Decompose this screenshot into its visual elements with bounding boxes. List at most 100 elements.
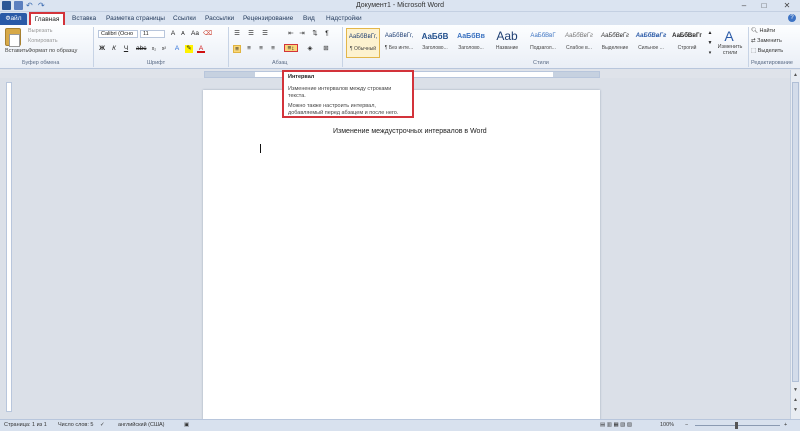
shading-icon[interactable]: ◈ (306, 45, 314, 53)
clipboard-group-label: Буфер обмена (22, 60, 60, 66)
minimize-button[interactable]: – (734, 0, 754, 11)
italic-icon[interactable]: К (110, 45, 118, 53)
style-no-spacing[interactable]: АаБбВвГг, ¶ Без инте... (382, 28, 416, 58)
tab-home[interactable]: Главная (29, 12, 65, 25)
borders-icon[interactable]: ⊞ (322, 45, 330, 53)
font-name-combo[interactable]: Calibri (Осно (98, 30, 138, 38)
help-icon[interactable]: ? (788, 14, 796, 22)
style-normal[interactable]: АаБбВвГг, ¶ Обычный (346, 28, 380, 58)
zoom-in-icon[interactable]: + (784, 420, 787, 431)
underline-icon[interactable]: Ч (122, 45, 130, 53)
font-color-icon[interactable]: A (197, 45, 205, 53)
change-styles-icon[interactable]: A (722, 28, 736, 44)
ribbon: Вставить Вырезать Копировать Формат по о… (0, 25, 800, 69)
numbering-icon[interactable]: ☰ (247, 30, 255, 38)
superscript-icon[interactable]: x² (160, 45, 168, 53)
bullets-icon[interactable]: ☰ (233, 30, 241, 38)
highlight-icon[interactable]: ✎ (185, 45, 193, 53)
style-emphasis[interactable]: АаБбВвГг Выделение (598, 28, 632, 58)
line-spacing-icon[interactable]: ≡↕ (284, 44, 298, 52)
text-effects-icon[interactable]: A (173, 45, 181, 53)
zoom-level[interactable]: 100% (660, 420, 674, 431)
tooltip-title: Интервал (288, 74, 315, 80)
tab-addins[interactable]: Надстройки (326, 13, 362, 25)
window-title: Документ1 - Microsoft Word (355, 2, 445, 9)
paragraph-group-label: Абзац (272, 60, 288, 66)
find-button[interactable]: 🔍︎ Найти (751, 28, 775, 34)
style-strong[interactable]: АаБбВвГг Строгий (670, 28, 704, 58)
copy-button[interactable]: Копировать (28, 38, 58, 44)
maximize-button[interactable]: □ (754, 0, 774, 11)
word-count[interactable]: Число слов: 5 (58, 420, 93, 431)
tab-file[interactable]: Файл (0, 13, 27, 25)
tab-view[interactable]: Вид (303, 13, 315, 25)
scroll-up-icon[interactable]: ▲ (791, 71, 800, 80)
align-left-icon[interactable]: ≡ (233, 45, 241, 53)
increase-indent-icon[interactable]: ⇥ (298, 30, 306, 38)
zoom-out-icon[interactable]: − (685, 420, 688, 431)
macro-icon[interactable]: ▣ (184, 420, 189, 431)
align-center-icon[interactable]: ≡ (245, 45, 253, 53)
status-bar: Страница: 1 из 1 Число слов: 5 ✓ английс… (0, 419, 800, 431)
paste-icon[interactable] (5, 28, 21, 47)
zoom-slider-thumb[interactable] (735, 422, 738, 429)
close-button[interactable]: ✕ (774, 0, 800, 11)
style-intense-emphasis[interactable]: АаБбВвГг Сильное ... (634, 28, 668, 58)
style-heading-2[interactable]: АаБбВв Заголово... (454, 28, 488, 58)
justify-icon[interactable]: ≡ (269, 45, 277, 53)
style-heading-1[interactable]: АаБбВ Заголово... (418, 28, 452, 58)
ribbon-tabs: Файл Главная Вставка Разметка страницы С… (0, 12, 800, 25)
style-subtitle[interactable]: АаБбВвГ Подзагол... (526, 28, 560, 58)
tab-page-layout[interactable]: Разметка страницы (106, 13, 165, 25)
styles-scroll-down-icon[interactable]: ▼ (706, 39, 714, 47)
tab-review[interactable]: Рецензирование (243, 13, 293, 25)
prev-page-icon[interactable]: ▲ (791, 396, 800, 405)
window-controls: – □ ✕ (734, 0, 800, 11)
next-page-icon[interactable]: ▼ (791, 406, 800, 415)
document-page[interactable]: Изменение междустрочных интервалов в Wor… (203, 90, 600, 420)
tooltip-line-2: Можно также настроить интервал, добавляе… (288, 103, 399, 116)
replace-icon: ⇄ (751, 38, 756, 44)
vertical-ruler[interactable] (6, 82, 12, 412)
page-count[interactable]: Страница: 1 из 1 (4, 420, 47, 431)
bold-icon[interactable]: Ж (98, 45, 106, 53)
sort-icon[interactable]: ⇅ (311, 30, 319, 38)
styles-group-label: Стили (533, 60, 549, 66)
scroll-thumb[interactable] (792, 82, 799, 382)
tab-references[interactable]: Ссылки (173, 13, 196, 25)
text-cursor (260, 144, 261, 153)
change-case-icon[interactable]: Aa (191, 30, 199, 38)
decrease-indent-icon[interactable]: ⇤ (287, 30, 295, 38)
vertical-scrollbar[interactable]: ▲ ▼ ▲ ▼ (790, 70, 800, 419)
document-text: Изменение междустрочных интервалов в Wor… (333, 128, 487, 135)
subscript-icon[interactable]: x₂ (150, 45, 158, 53)
font-size-combo[interactable]: 11 (140, 30, 165, 38)
strikethrough-icon[interactable]: abc (136, 45, 146, 53)
format-painter-button[interactable]: Формат по образцу (28, 48, 77, 54)
find-icon: 🔍︎ (751, 28, 758, 34)
styles-more-icon[interactable]: ▾ (706, 49, 714, 57)
grow-font-icon[interactable]: A (169, 30, 177, 38)
group-separator (93, 27, 94, 67)
select-icon: ⬚ (751, 48, 757, 54)
select-button[interactable]: ⬚ Выделить (751, 48, 783, 54)
clear-formatting-icon[interactable]: ⌫ (203, 30, 212, 38)
replace-button[interactable]: ⇄ Заменить (751, 38, 782, 44)
proofing-icon[interactable]: ✓ (100, 420, 105, 431)
font-group-label: Шрифт (147, 60, 166, 66)
cut-button[interactable]: Вырезать (28, 28, 52, 34)
align-right-icon[interactable]: ≡ (257, 45, 265, 53)
scroll-down-icon[interactable]: ▼ (791, 386, 800, 395)
styles-scroll-up-icon[interactable]: ▲ (706, 29, 714, 37)
show-marks-icon[interactable]: ¶ (323, 30, 331, 38)
language-indicator[interactable]: английский (США) (118, 420, 165, 431)
tab-insert[interactable]: Вставка (72, 13, 96, 25)
multilevel-list-icon[interactable]: ☰ (261, 30, 269, 38)
view-buttons[interactable]: ▤ ▥ ▦ ▧ ▨ (600, 420, 632, 431)
change-styles-button[interactable]: Изменить стили (716, 44, 744, 56)
tab-mailings[interactable]: Рассылки (205, 13, 234, 25)
shrink-font-icon[interactable]: A (179, 30, 187, 38)
paste-button-label[interactable]: Вставить (5, 48, 28, 54)
style-subtle-emphasis[interactable]: АаБбВвГг Слабое в... (562, 28, 596, 58)
style-title[interactable]: Aab Название (490, 28, 524, 58)
